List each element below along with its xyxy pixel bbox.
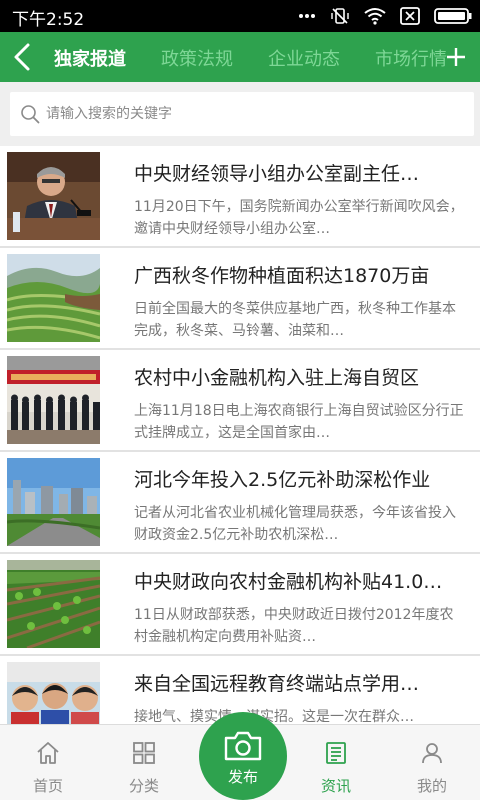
search-bar: [0, 82, 480, 146]
plus-icon: [447, 48, 465, 66]
tab-company[interactable]: 企业动态: [268, 45, 340, 71]
nav-category[interactable]: 分类: [96, 725, 192, 800]
sim-off-icon: [400, 7, 420, 25]
add-tab-button[interactable]: [440, 41, 472, 73]
search-box: [10, 92, 474, 136]
news-summary: 上海11月18日电上海农商银行上海自贸试验区分行正式挂牌成立，这是全国首家由…: [134, 403, 464, 441]
nav-mine-label: 我的: [416, 777, 447, 795]
news-item[interactable]: 中央财政向农村金融机构补贴41.0… 11日从财政部获悉，中央财政近日拨付201…: [0, 554, 480, 656]
more-dots-icon: [298, 13, 316, 19]
news-thumbnail-children: [7, 662, 100, 724]
news-summary: 11月20日下午，国务院新闻办公室举行新闻吹风会，邀请中央财经领导小组办公室…: [134, 199, 464, 237]
nav-mine[interactable]: 我的: [384, 725, 480, 800]
nav-news[interactable]: 资讯: [288, 725, 384, 800]
news-title: 来自全国远程教育终端站点学用…: [134, 673, 420, 695]
news-item[interactable]: 中央财经领导小组办公室副主任… 11月20日下午，国务院新闻办公室举行新闻吹风会…: [0, 146, 480, 248]
tab-policy[interactable]: 政策法规: [161, 45, 233, 71]
news-item[interactable]: 广西秋冬作物种植面积达1870万亩 日前全国最大的冬菜供应基地广西，秋冬种工作基…: [0, 248, 480, 350]
news-thumbnail-press-conference: [7, 152, 100, 240]
news-icon: [326, 742, 346, 764]
category-tabs: 独家报道 政策法规 企业动态 市场行情: [40, 32, 448, 82]
news-title: 中央财经领导小组办公室副主任…: [134, 163, 420, 185]
news-thumbnail-ceremony: [7, 356, 100, 444]
nav-news-label: 资讯: [320, 777, 351, 795]
nav-home[interactable]: 首页: [0, 725, 96, 800]
back-arrow-icon: [14, 43, 30, 71]
status-bar: 下午2:52: [0, 0, 480, 32]
battery-icon: [434, 7, 472, 25]
publish-label: 发布: [227, 768, 258, 786]
wifi-icon: [364, 7, 386, 25]
news-title: 广西秋冬作物种植面积达1870万亩: [134, 265, 430, 287]
news-item[interactable]: 河北今年投入2.5亿元补助深松作业 记者从河北省农业机械化管理局获悉，今年该省投…: [0, 452, 480, 554]
news-title: 中央财政向农村金融机构补贴41.0…: [134, 571, 443, 593]
news-list: 中央财经领导小组办公室副主任… 11月20日下午，国务院新闻办公室举行新闻吹风会…: [0, 146, 480, 724]
tab-exclusive[interactable]: 独家报道: [54, 45, 126, 71]
search-input[interactable]: [46, 92, 466, 136]
news-title: 河北今年投入2.5亿元补助深松作业: [134, 469, 431, 491]
nav-home-label: 首页: [32, 777, 63, 795]
home-icon: [37, 742, 59, 764]
news-thumbnail-city-skyline: [7, 458, 100, 546]
news-summary: 11日从财政部获悉，中央财政近日拨付2012年度农村金融机构定向费用补贴资…: [134, 607, 454, 645]
news-summary: 记者从河北省农业机械化管理局获悉，今年该省投入财政资金2.5亿元补助农机深松…: [134, 505, 456, 543]
user-icon: [422, 743, 442, 764]
back-button[interactable]: [6, 39, 42, 75]
search-icon: [21, 105, 40, 124]
camera-icon: [224, 731, 262, 761]
news-title: 农村中小金融机构入驻上海自贸区: [134, 367, 420, 389]
news-summary: 日前全国最大的冬菜供应基地广西，秋冬种工作基本完成，秋冬菜、马铃薯、油菜和…: [134, 301, 456, 339]
status-time: 下午2:52: [12, 10, 85, 30]
publish-button[interactable]: 发布: [199, 712, 287, 800]
news-summary: 接地气、摸实情、谋实招。这是一次在群众…: [134, 709, 414, 724]
header-bar: 独家报道 政策法规 企业动态 市场行情: [0, 32, 480, 82]
news-item[interactable]: 农村中小金融机构入驻上海自贸区 上海11月18日电上海农商银行上海自贸试验区分行…: [0, 350, 480, 452]
tab-market[interactable]: 市场行情: [375, 45, 447, 71]
grid-icon: [133, 742, 155, 764]
nav-category-label: 分类: [128, 777, 159, 795]
news-thumbnail-vegetable-field: [7, 560, 100, 648]
vibrate-mute-icon: [330, 6, 350, 26]
news-thumbnail-terraced-fields: [7, 254, 100, 342]
